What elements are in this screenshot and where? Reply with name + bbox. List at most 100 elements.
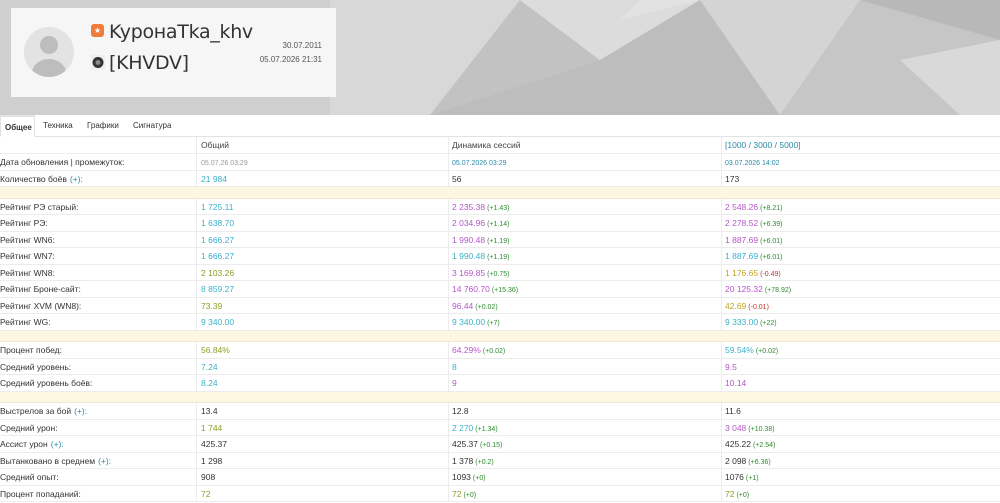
table-row: Рейтинг WN7: 1 666.27 1 990.48 (+1.19) 1 887…: [0, 248, 1000, 265]
tab-general[interactable]: Общее: [0, 115, 35, 137]
cell-value: 72: [452, 488, 462, 499]
cell-value: 9 340.00: [201, 317, 235, 327]
cell-value: 05.07.26 03:29: [201, 160, 248, 167]
row-label-text: Средний урон:: [0, 422, 58, 433]
profile-card: ★ KypoнaTka_khv [KHVDV] 30.07.2011 05.07…: [11, 8, 336, 97]
cell-value: 425.37: [452, 439, 478, 449]
cell-value: 425.22: [725, 439, 751, 449]
cell-value: 9 340.00: [452, 317, 486, 327]
tab-vehicles[interactable]: Техника: [39, 115, 77, 137]
expand-plus-link[interactable]: (+):: [98, 456, 111, 466]
period-value: 42.69 (-0.01): [721, 297, 1000, 313]
cell-value: 11.6: [725, 406, 741, 416]
row-label: Рейтинг РЭ:: [0, 215, 196, 231]
cell-value: 908: [201, 472, 216, 482]
tab-bar: Общее Техника Графики Сигнатура: [0, 115, 1000, 137]
period-value: 10.14: [721, 375, 1000, 391]
overall-value: 9 340.00: [196, 314, 448, 330]
cell-delta: (+0.02): [475, 303, 498, 311]
cell-delta: (+0.2): [475, 458, 494, 466]
cell-delta: (+1.14): [487, 221, 510, 228]
row-label: Процент побед:: [0, 342, 196, 358]
table-row: Рейтинг РЭ: 1 638.70 2 034.96 (+1.14) 2 278.…: [0, 215, 1000, 232]
expand-plus-link[interactable]: (+):: [51, 439, 64, 449]
header-session-dynamics: Динамика сессий: [448, 137, 721, 153]
row-label: Рейтинг WN7:: [0, 248, 196, 264]
section-separator: [0, 391, 1000, 403]
row-label: Ассист урон (+):: [0, 436, 196, 452]
tab-signature[interactable]: Сигнатура: [129, 115, 175, 137]
period-value: 59.54% (+0.02): [721, 342, 1000, 358]
expand-plus-link[interactable]: (+):: [74, 406, 87, 416]
cell-value: 2 034.96: [452, 218, 486, 228]
period-value: 1 887.69 (+6.01): [721, 248, 1000, 264]
period-value: 1 176.65 (-0.49): [721, 264, 1000, 280]
period-value: 20 125.32 (+78.92): [721, 281, 1000, 297]
table-row: Средний уровень: 7.24 8 9.5: [0, 358, 1000, 375]
cell-delta: (+2.54): [753, 442, 776, 449]
table-row: Рейтинг WG: 9 340.00 9 340.00 (+7) 9 333.00(…: [0, 314, 1000, 331]
cell-value: 1 990.48: [452, 234, 486, 245]
cell-value: 1 666.27: [201, 234, 235, 245]
cell-delta: (+0.02): [482, 348, 506, 355]
cell-value: 72: [725, 488, 735, 499]
cell-value: 1 744: [201, 422, 223, 433]
session-value: 64.29% (+0.02): [448, 342, 721, 358]
cell-value: 7.24: [201, 361, 218, 372]
header-overall: Общий: [196, 137, 448, 153]
header-period-selector[interactable]: [1000 / 3000 / 5000]: [721, 137, 1000, 153]
session-value: 56: [448, 170, 721, 186]
clan-tag[interactable]: [KHVDV]: [109, 52, 189, 74]
expand-plus-link[interactable]: (+):: [70, 174, 83, 184]
row-label-text: Процент побед:: [0, 345, 62, 355]
cell-value: 9 333.00: [725, 317, 759, 327]
overall-value: 73.39: [196, 297, 448, 313]
cell-value: 56: [452, 173, 462, 184]
row-label: Количество боёв (+):: [0, 171, 196, 187]
cell-delta: (+6.01): [760, 237, 783, 245]
player-nickname[interactable]: KypoнaTka_khv: [109, 21, 253, 43]
tab-charts[interactable]: Графики: [83, 115, 123, 137]
header-label: [0, 137, 196, 153]
cell-value: 1 298: [201, 455, 223, 466]
row-label: Средний опыт:: [0, 469, 196, 485]
cell-value: 2 270: [452, 422, 474, 433]
row-label-text: Выстрелов за бой: [0, 406, 72, 416]
cell-value: 59.54%: [725, 345, 754, 355]
row-label-text: Рейтинг XVM (WN8):: [0, 300, 82, 311]
cell-value: 05.07.2026 03:29: [452, 160, 507, 167]
cell-value: 2 278.52: [725, 218, 759, 228]
period-value: 1076 (+1): [721, 469, 1000, 485]
row-label-text: Рейтинг WG:: [0, 317, 51, 327]
overall-value: 1 298: [196, 452, 448, 468]
period-value: 11.6: [721, 403, 1000, 419]
cell-delta: (-0.01): [748, 303, 769, 311]
cell-value: 8: [452, 361, 457, 372]
overall-value: 425.37: [196, 436, 448, 452]
row-label: Рейтинг WN8:: [0, 265, 196, 281]
row-label-text: Процент попаданий:: [0, 488, 81, 499]
row-label-text: Средний уровень:: [0, 361, 72, 372]
cell-value: 173: [725, 173, 740, 184]
row-label-text: Средний уровень боёв:: [0, 378, 93, 388]
row-label: Рейтинг XVM (WN8):: [0, 298, 196, 314]
row-label-text: Количество боёв: [0, 173, 67, 184]
row-label: Рейтинг WN6:: [0, 232, 196, 248]
cell-delta: (+1.19): [487, 237, 510, 245]
overall-value: 56.84%: [196, 342, 448, 358]
overall-value: 72: [196, 485, 448, 501]
row-label-text: Рейтинг WN6:: [0, 234, 55, 245]
cell-value: 10.14: [725, 378, 747, 388]
star-badge-icon: ★: [91, 24, 104, 37]
session-value: 05.07.2026 03:29: [448, 154, 721, 170]
cell-value: 1 887.69: [725, 234, 759, 245]
cell-delta: (+0): [463, 491, 477, 499]
cell-delta: (+8.21): [760, 204, 783, 212]
cell-value: 96.44: [452, 300, 474, 311]
session-value: 425.37 (+0.15): [448, 436, 721, 452]
row-label: Средний уровень:: [0, 359, 196, 375]
cell-value: 2 235.38: [452, 201, 486, 212]
session-value: 14 760.70 (+15.36): [448, 281, 721, 297]
avatar[interactable]: [24, 27, 74, 77]
table-row: Средний опыт: 908 1093 (+0) 1076 (+1): [0, 469, 1000, 486]
